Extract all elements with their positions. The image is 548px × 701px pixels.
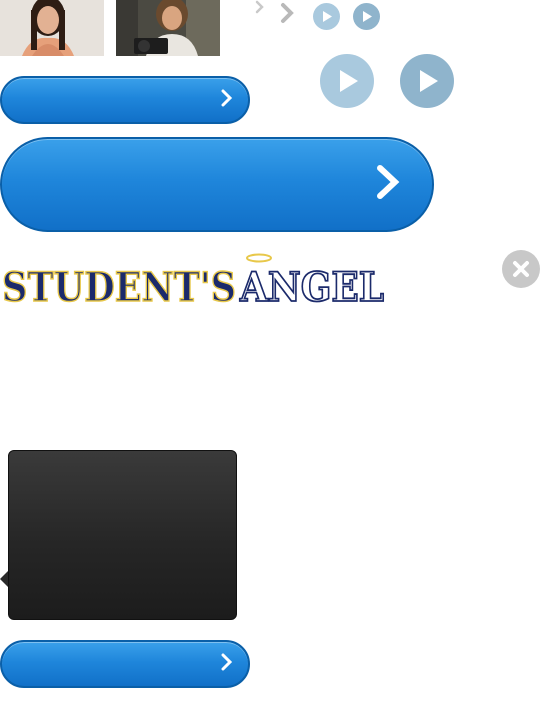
dark-tooltip-box bbox=[8, 450, 237, 620]
students-angel-logo: STUDENT'S ANGEL bbox=[0, 252, 388, 306]
play-icon[interactable] bbox=[313, 3, 340, 30]
chevron-right-icon[interactable] bbox=[255, 0, 265, 14]
chevron-right-icon bbox=[374, 164, 402, 205]
blue-arrow-button[interactable] bbox=[0, 76, 250, 124]
logo-text-angel: ANGEL bbox=[239, 264, 384, 306]
woman-portrait-photo bbox=[0, 0, 104, 56]
blue-arrow-button[interactable] bbox=[0, 640, 250, 688]
chevron-right-icon[interactable] bbox=[280, 2, 296, 24]
close-icon[interactable] bbox=[502, 250, 540, 288]
logo-text-students: STUDENT'S bbox=[2, 264, 236, 306]
chevron-right-icon bbox=[220, 89, 234, 112]
play-icon[interactable] bbox=[400, 54, 454, 108]
play-icon[interactable] bbox=[320, 54, 374, 108]
play-icon[interactable] bbox=[353, 3, 380, 30]
chevron-right-icon bbox=[220, 653, 234, 676]
large-blue-arrow-button[interactable] bbox=[0, 137, 434, 232]
woman-with-camera-photo bbox=[116, 0, 220, 56]
